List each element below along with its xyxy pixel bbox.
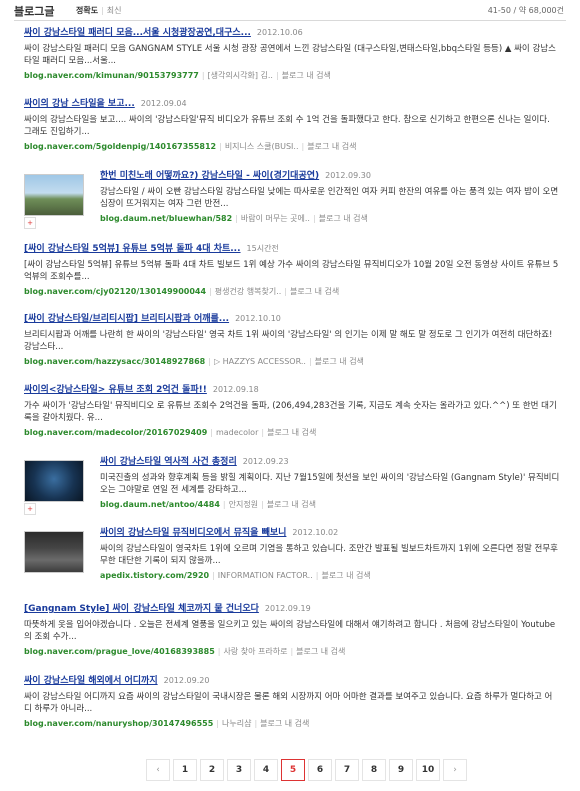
result-url-link[interactable]: apedix.tistory.com/2920 <box>100 571 209 580</box>
page-1-link[interactable]: 1 <box>173 759 197 781</box>
result-title-link[interactable]: [Gangnam Style] 싸이_강남스타일 체코까지 뭍 건너오다 <box>24 604 259 614</box>
sort-options: 정확도 | 최신 <box>76 6 122 15</box>
blog-name[interactable]: 비지니스 스쿨(BUSI.. <box>225 142 299 151</box>
result-snippet: 싸이의 강남스타일을 보고.... 싸이의 '강남스타일'뮤직 비디오가 유튜브… <box>24 115 550 137</box>
blog-name[interactable]: ▷ HAZZYS ACCESSOR.. <box>214 357 306 366</box>
blog-name[interactable]: madecolor <box>216 428 258 437</box>
result-url-link[interactable]: blog.naver.com/cjy02120/130149900044 <box>24 287 206 296</box>
result-snippet: 강남스타일 / 싸이 오빤 강남스타일 강남스타일 낮에는 따사로운 인간적인 … <box>100 187 559 209</box>
next-page-button[interactable]: › <box>443 759 467 781</box>
blog-name[interactable]: [생각의시각화] 김.. <box>208 71 273 80</box>
blog-search-link[interactable]: 블로그 내 검색 <box>319 214 368 223</box>
current-page: 5 <box>281 759 305 781</box>
result-date: 2012.10.10 <box>235 314 281 323</box>
result-date: 2012.09.30 <box>325 171 371 180</box>
result-item: 싸이 강남스타일 패러디 모음...서울 시청광장공연,대구스... 2012.1… <box>24 27 559 82</box>
result-url-link[interactable]: blog.naver.com/madecolor/20167029409 <box>24 428 207 437</box>
pagination: ‹ 1 2 3 4 5 6 7 8 9 10 › <box>146 759 467 781</box>
result-item: 싸이 강남스타일 해외에서 어디까지 2012.09.20 싸이 강남스타일 어디… <box>24 675 559 730</box>
blog-search-link[interactable]: 블로그 내 검색 <box>260 719 309 728</box>
sort-latest-link[interactable]: 최신 <box>107 6 122 15</box>
result-snippet: 미국진출의 성과와 향후계획 등을 밝힐 계획이다. 지난 7월15일에 첫선을… <box>100 473 560 495</box>
page-2-link[interactable]: 2 <box>200 759 224 781</box>
blog-name[interactable]: 나누리샵 <box>222 719 251 728</box>
result-date: 2012.09.18 <box>212 385 259 394</box>
result-snippet: 브리티시팝과 어깨를 나란히 한 싸이의 '강남스타일' 영국 차트 1위 싸이… <box>24 330 553 352</box>
result-item: [Gangnam Style] 싸이_강남스타일 체코까지 뭍 건너오다 2012… <box>24 603 559 658</box>
result-snippet: 싸이 강남스타일 패러디 모음 GANGNAM STYLE 서울 시청 광장 공… <box>24 44 556 66</box>
result-item: 한번 미친노래 어떻까요?) 강남스타일 - 싸이(경기대공연) 2012.09.… <box>100 171 559 223</box>
result-title-link[interactable]: 싸이 강남스타일 해외에서 어디까지 <box>24 676 158 686</box>
result-url-link[interactable]: blog.naver.com/5goldenpig/140167355812 <box>24 142 216 151</box>
result-item: 싸이의 강남 스타일을 보고... 2012.09.04 싸이의 강남스타일을 보… <box>24 98 559 153</box>
result-url-link[interactable]: blog.naver.com/kimunan/90153793777 <box>24 71 199 80</box>
thumbnail-badge-icon: + <box>24 217 36 229</box>
result-title-link[interactable]: [싸이 강남스타일/브리티시팝] 브리티시팝과 어깨를... <box>24 314 229 324</box>
page-7-link[interactable]: 7 <box>335 759 359 781</box>
result-snippet: [싸이 강남스타일 5억뷰] 유튜브 5억뷰 돌파 4대 차트 빌보드 1위 예… <box>24 260 559 282</box>
result-snippet: 싸이의 강남스타일이 영국차트 1위에 오르며 기염을 통하고 있습니다. 조만… <box>100 544 558 566</box>
result-title-link[interactable]: 싸이의 강남 스타일을 보고... <box>24 99 135 109</box>
result-title-link[interactable]: 싸이의<강남스타일> 유튜브 조회 2억건 돌파!! <box>24 385 207 395</box>
result-date: 2012.09.04 <box>140 99 187 108</box>
blog-name[interactable]: 평생건강 행복찾기.. <box>215 287 282 296</box>
blog-name[interactable]: 바람이 머무는 곳에.. <box>241 214 310 223</box>
result-item: 싸이의 강남스타일 뮤직비디오에서 뮤직을 빼보니 2012.10.02 싸이의 … <box>100 528 558 580</box>
blog-search-link[interactable]: 블로그 내 검색 <box>290 287 339 296</box>
blog-name[interactable]: 사랑 찾아 프라하로 <box>223 647 287 656</box>
result-thumbnail[interactable]: + <box>24 174 84 229</box>
result-snippet: 가수 싸이가 '강남스타일' 뮤직비디오 로 유튜브 조회수 2억건을 돌파, … <box>24 401 557 423</box>
result-count: 41-50 / 약 68,000건 <box>487 6 564 15</box>
result-title-link[interactable]: 한번 미친노래 어떻까요?) 강남스타일 - 싸이(경기대공연) <box>100 171 319 181</box>
page-9-link[interactable]: 9 <box>389 759 413 781</box>
result-title-link[interactable]: 싸이 강남스타일 역사적 사건 총정리 <box>100 457 237 467</box>
result-thumbnail[interactable]: + <box>24 460 84 515</box>
results-header: 블로그글 정확도 | 최신 41-50 / 약 68,000건 <box>14 0 566 21</box>
page-10-link[interactable]: 10 <box>416 759 440 781</box>
result-title-link[interactable]: [싸이 강남스타일 5억뷰] 유튜브 5억뷰 돌파 4대 차트... <box>24 244 241 254</box>
result-url-link[interactable]: blog.naver.com/nanuryshop/30147496555 <box>24 719 213 728</box>
blog-search-link[interactable]: 블로그 내 검색 <box>267 428 316 437</box>
page-8-link[interactable]: 8 <box>362 759 386 781</box>
blog-search-link[interactable]: 블로그 내 검색 <box>321 571 370 580</box>
result-date: 2012.09.23 <box>242 457 289 466</box>
blog-search-link[interactable]: 블로그 내 검색 <box>315 357 364 366</box>
thumbnail-badge-icon: + <box>24 503 36 515</box>
result-date: 15시간전 <box>246 244 279 253</box>
blog-search-link[interactable]: 블로그 내 검색 <box>296 647 345 656</box>
result-snippet: 싸이 강남스타일 어디까지 요즘 싸이의 강남스타일이 국내시장은 물론 해외 … <box>24 692 553 714</box>
prev-page-button[interactable]: ‹ <box>146 759 170 781</box>
result-url-link[interactable]: blog.daum.net/antoo/4484 <box>100 500 220 509</box>
page-3-link[interactable]: 3 <box>227 759 251 781</box>
result-item: [싸이 강남스타일 5억뷰] 유튜브 5억뷰 돌파 4대 차트... 15시간전 … <box>24 244 559 296</box>
result-item: 싸이의<강남스타일> 유튜브 조회 2억건 돌파!! 2012.09.18 가수 … <box>24 384 559 439</box>
section-title: 블로그글 <box>14 5 55 18</box>
blog-name[interactable]: INFORMATION FACTOR.. <box>218 571 313 580</box>
result-date: 2012.09.20 <box>163 676 210 685</box>
blog-name[interactable]: 안지정원 <box>229 500 258 509</box>
blog-search-link[interactable]: 블로그 내 검색 <box>267 500 316 509</box>
result-thumbnail[interactable] <box>24 531 84 573</box>
result-snippet: 따뜻하게 옷을 입어야겠습니다 . 오늘은 전세계 열풍을 일으키고 있는 싸이… <box>24 620 556 642</box>
page-6-link[interactable]: 6 <box>308 759 332 781</box>
result-item: [싸이 강남스타일/브리티시팝] 브리티시팝과 어깨를... 2012.10.10… <box>24 313 559 368</box>
result-title-link[interactable]: 싸이의 강남스타일 뮤직비디오에서 뮤직을 빼보니 <box>100 528 286 538</box>
result-date: 2012.10.02 <box>292 528 339 537</box>
result-url-link[interactable]: blog.daum.net/bluewhan/582 <box>100 214 232 223</box>
result-url-link[interactable]: blog.naver.com/prague_love/40168393885 <box>24 647 215 656</box>
result-date: 2012.10.06 <box>256 28 303 37</box>
result-title-link[interactable]: 싸이 강남스타일 패러디 모음...서울 시청광장공연,대구스... <box>24 28 251 38</box>
result-item: 싸이 강남스타일 역사적 사건 총정리 2012.09.23 미국진출의 성과와 … <box>100 457 560 509</box>
result-url-link[interactable]: blog.naver.com/hazzysacc/30148927868 <box>24 357 205 366</box>
blog-search-link[interactable]: 블로그 내 검색 <box>282 71 331 80</box>
sort-accuracy-link[interactable]: 정확도 <box>76 6 98 15</box>
blog-search-link[interactable]: 블로그 내 검색 <box>307 142 356 151</box>
page-4-link[interactable]: 4 <box>254 759 278 781</box>
result-date: 2012.09.19 <box>264 604 311 613</box>
